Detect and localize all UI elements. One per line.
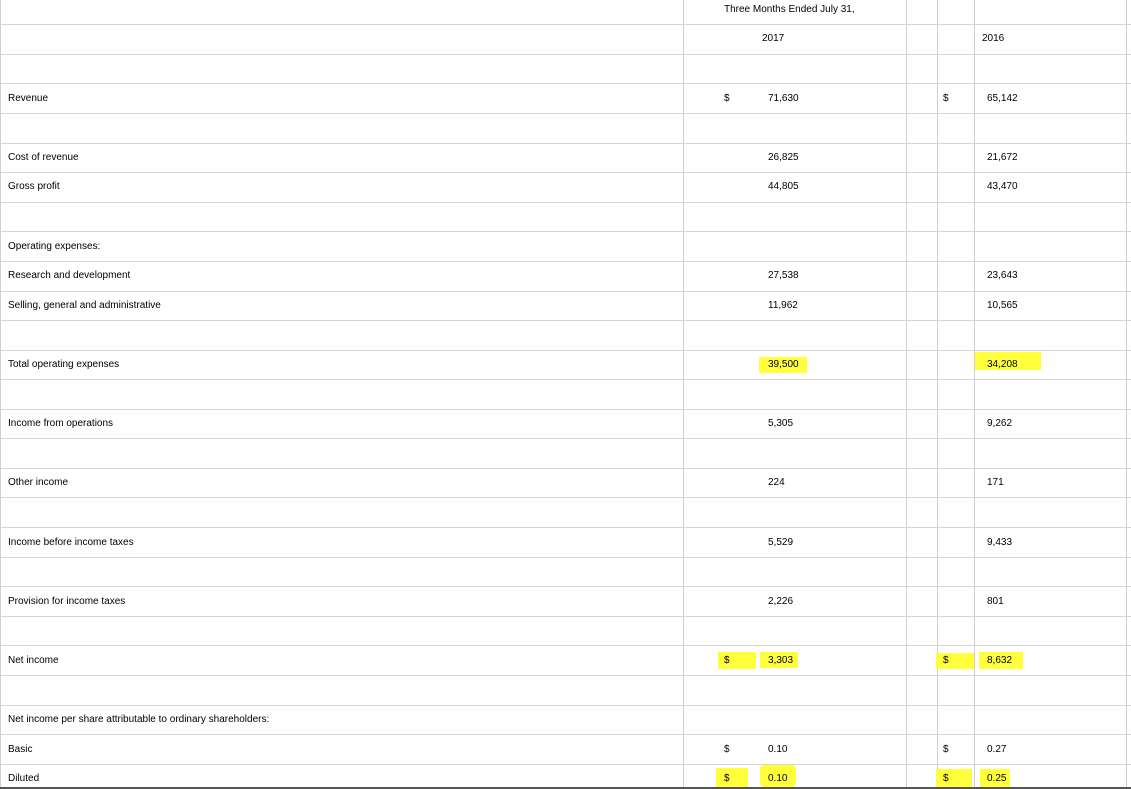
- grid-row-line: [0, 54, 1131, 55]
- value-2017: 39,500: [768, 359, 799, 370]
- grid-row-line: [0, 143, 1131, 144]
- grid-row-line: [0, 734, 1131, 735]
- grid-row-line: [0, 24, 1131, 25]
- dollar-sign-2016: $: [943, 773, 949, 784]
- value-2016: 0.25: [987, 773, 1007, 784]
- row-label: Other income: [8, 477, 69, 488]
- grid-row-line: [0, 261, 1131, 262]
- grid-column-line: [974, 0, 975, 789]
- grid-column-line: [683, 0, 684, 789]
- grid-row-line: [0, 350, 1131, 351]
- income-statement-sheet: Three Months Ended July 31, 2017 2016 Re…: [0, 0, 1131, 789]
- value-2017: 0.10: [768, 773, 788, 784]
- dollar-sign-2017: $: [724, 773, 730, 784]
- grid-row-line: [0, 83, 1131, 84]
- grid-row-line: [0, 527, 1131, 528]
- value-2016: 43,470: [987, 181, 1018, 192]
- value-2017: 3,303: [768, 655, 794, 666]
- value-2016: 65,142: [987, 93, 1018, 104]
- row-label: Selling, general and administrative: [8, 300, 161, 311]
- period-header: Three Months Ended July 31,: [724, 4, 855, 15]
- year-2017-header: 2017: [762, 33, 785, 44]
- value-2016: 171: [987, 477, 1004, 488]
- grid-row-line: [0, 172, 1131, 173]
- value-2017: 5,529: [768, 537, 794, 548]
- row-label: Income before income taxes: [8, 537, 134, 548]
- value-2017: 5,305: [768, 418, 794, 429]
- dollar-sign-2017: $: [724, 93, 730, 104]
- grid-row-line: [0, 557, 1131, 558]
- value-2016: 801: [987, 596, 1004, 607]
- value-2016: 9,433: [987, 537, 1013, 548]
- value-2016: 23,643: [987, 270, 1018, 281]
- section-label: Net income per share attributable to ord…: [8, 714, 270, 725]
- grid-row-line: [0, 320, 1131, 321]
- value-2016: 21,672: [987, 152, 1018, 163]
- dollar-sign-2016: $: [943, 655, 949, 666]
- row-label: Diluted: [8, 773, 40, 784]
- row-label: Basic: [8, 744, 33, 755]
- grid-row-line: [0, 586, 1131, 587]
- value-2017: 2,226: [768, 596, 794, 607]
- value-2017: 26,825: [768, 152, 799, 163]
- row-label: Gross profit: [8, 181, 60, 192]
- row-label: Provision for income taxes: [8, 596, 126, 607]
- dollar-sign-2017: $: [724, 744, 730, 755]
- grid-row-line: [0, 468, 1131, 469]
- value-2016: 34,208: [987, 359, 1018, 370]
- grid-row-line: [0, 202, 1131, 203]
- value-2016: 9,262: [987, 418, 1013, 429]
- row-label: Income from operations: [8, 418, 114, 429]
- row-label: Net income: [8, 655, 59, 666]
- grid-row-line: [0, 379, 1131, 380]
- value-2017: 27,538: [768, 270, 799, 281]
- section-label: Operating expenses:: [8, 241, 101, 252]
- value-2017: 44,805: [768, 181, 799, 192]
- dollar-sign-2016: $: [943, 744, 949, 755]
- grid-row-line: [0, 616, 1131, 617]
- grid-row-line: [0, 675, 1131, 676]
- dollar-sign-2016: $: [943, 93, 949, 104]
- highlight-mark: [716, 768, 748, 787]
- value-2017: 11,962: [768, 300, 798, 311]
- value-2017: 71,630: [768, 93, 799, 104]
- grid-column-line: [1126, 0, 1127, 789]
- highlight-mark: [936, 653, 974, 669]
- grid-row-line: [0, 438, 1131, 439]
- grid-column-line: [937, 0, 938, 789]
- grid-column-line: [0, 0, 1, 789]
- value-2017: 224: [768, 477, 785, 488]
- grid-row-line: [0, 231, 1131, 232]
- grid-row-line: [0, 409, 1131, 410]
- row-label: Total operating expenses: [8, 359, 120, 370]
- value-2016: 0.27: [987, 744, 1007, 755]
- grid-row-line: [0, 764, 1131, 765]
- grid-row-line: [0, 113, 1131, 114]
- grid-row-line: [0, 497, 1131, 498]
- year-2016-header: 2016: [982, 33, 1005, 44]
- value-2016: 10,565: [987, 300, 1018, 311]
- grid-row-line: [0, 705, 1131, 706]
- value-2016: 8,632: [987, 655, 1013, 666]
- highlight-mark: [936, 769, 972, 787]
- row-label: Cost of revenue: [8, 152, 79, 163]
- row-label: Revenue: [8, 93, 49, 104]
- grid-row-line: [0, 645, 1131, 646]
- dollar-sign-2017: $: [724, 655, 730, 666]
- value-2017: 0.10: [768, 744, 788, 755]
- grid-column-line: [906, 0, 907, 789]
- grid-row-line: [0, 291, 1131, 292]
- row-label: Research and development: [8, 270, 131, 281]
